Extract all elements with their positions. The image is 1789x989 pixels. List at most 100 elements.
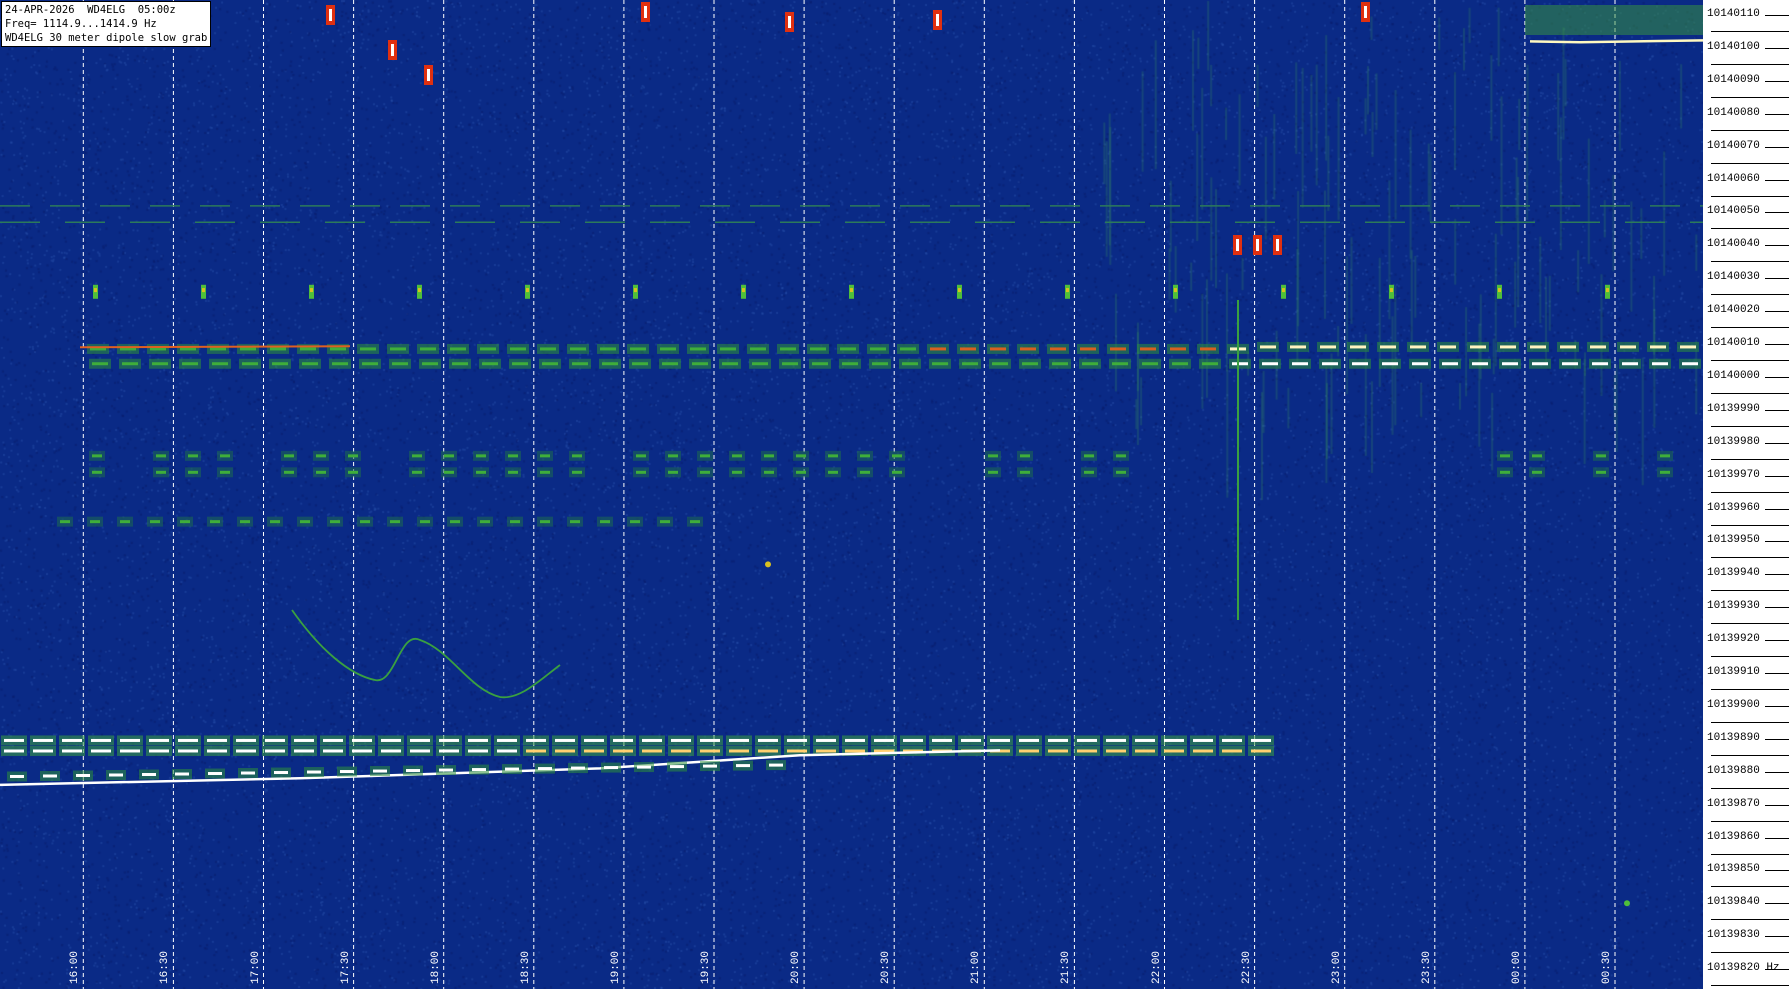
freq-tick-mark	[1765, 409, 1789, 411]
signal-dash	[1048, 738, 1068, 742]
freq-tick-label: 10140090	[1707, 73, 1760, 86]
time-tick-label: 18:00	[429, 950, 442, 984]
strong-blip-core	[936, 14, 939, 26]
weak-dash	[1660, 454, 1670, 458]
freq-tick-label: 10139880	[1707, 764, 1760, 777]
freq-tick-mark	[1765, 903, 1789, 905]
signal-dash	[1440, 345, 1456, 349]
point-signal	[1624, 900, 1630, 907]
signal-dash	[900, 347, 916, 351]
signal-dash	[175, 772, 189, 776]
signal-dash	[932, 738, 952, 742]
signal-dash	[526, 738, 546, 742]
signal-dash	[1140, 347, 1156, 351]
weak-dash	[508, 454, 518, 458]
signal-dash	[962, 362, 978, 366]
freq-minor-tick	[1711, 129, 1789, 131]
signal-dash	[381, 749, 401, 753]
weak-dash	[420, 520, 430, 524]
signal-dash	[670, 765, 684, 769]
signal-dash	[294, 738, 314, 742]
signal-dash	[1193, 738, 1213, 742]
weak-dash	[540, 470, 550, 474]
signal-dash	[1350, 345, 1366, 349]
strong-blip-core	[329, 9, 332, 21]
signal-dash	[452, 362, 468, 366]
freq-tick-mark	[1765, 146, 1789, 148]
signal-dash	[340, 770, 354, 774]
time-tick-label: 22:30	[1240, 950, 1253, 984]
signal-dash	[1080, 347, 1096, 351]
signal-dash	[1082, 362, 1098, 366]
weak-dash	[300, 520, 310, 524]
signal-dash	[182, 362, 198, 366]
beacon-core	[310, 288, 313, 293]
signal-dash	[307, 770, 321, 774]
signal-dash	[109, 773, 123, 777]
signal-dash	[1592, 362, 1608, 366]
weak-dash	[1084, 470, 1094, 474]
signal-dash	[692, 362, 708, 366]
weak-dash	[572, 470, 582, 474]
signal-dash	[600, 347, 616, 351]
signal-dash	[787, 738, 807, 742]
signal-dash	[662, 362, 678, 366]
weak-dash	[444, 470, 454, 474]
signal-dash	[323, 738, 343, 742]
signal-dash	[602, 362, 618, 366]
weak-dash	[476, 470, 486, 474]
signal-dash	[1470, 345, 1486, 349]
signal-dash	[392, 362, 408, 366]
freq-minor-tick	[1711, 425, 1789, 427]
freq-minor-tick	[1711, 392, 1789, 394]
signal-dash	[62, 738, 82, 742]
signal-dash	[439, 768, 453, 772]
signal-dash	[584, 738, 604, 742]
weak-dash	[636, 454, 646, 458]
signal-dash	[1200, 347, 1216, 351]
freq-minor-tick	[1711, 524, 1789, 526]
weak-dash	[92, 470, 102, 474]
freq-tick-label: 10140110	[1707, 8, 1760, 20]
drifting-trace	[291, 609, 561, 699]
weak-dash	[156, 454, 166, 458]
signal-dash	[604, 766, 618, 770]
carrier-line	[1529, 39, 1703, 44]
signal-dash	[722, 362, 738, 366]
weak-dash	[668, 454, 678, 458]
weak-dash	[630, 520, 640, 524]
freq-tick-label: 10140060	[1707, 172, 1760, 185]
signal-dash	[930, 347, 946, 351]
signal-dash	[1135, 738, 1155, 742]
freq-tick-mark	[1765, 607, 1789, 609]
signal-dash	[1251, 749, 1271, 753]
signal-dash	[1251, 738, 1271, 742]
signal-dash	[4, 749, 24, 753]
signal-dash	[265, 749, 285, 753]
freq-tick-mark	[1765, 475, 1789, 477]
signal-dash	[410, 738, 430, 742]
time-tick-label: 19:30	[700, 950, 712, 984]
freq-minor-tick	[1711, 689, 1789, 690]
beacon-core	[634, 288, 637, 293]
signal-dash	[352, 738, 372, 742]
weak-dash	[828, 470, 838, 474]
signal-dash	[360, 347, 376, 351]
signal-dash	[330, 347, 346, 351]
weak-dash	[412, 454, 422, 458]
signal-dash	[1193, 749, 1213, 753]
freq-tick-label: 10139850	[1707, 863, 1760, 876]
signal-dash	[1052, 362, 1068, 366]
freq-tick-label: 10140100	[1707, 40, 1760, 53]
signal-dash	[816, 738, 836, 742]
time-tick-label: 17:30	[339, 950, 352, 984]
signal-dash	[700, 738, 720, 742]
beacon-core	[202, 288, 205, 293]
weak-dash	[1532, 470, 1542, 474]
freq-tick-mark	[1765, 541, 1789, 543]
signal-dash	[1164, 738, 1184, 742]
signal-dash	[4, 738, 24, 742]
signal-dash	[1110, 347, 1126, 351]
signal-dash	[782, 362, 798, 366]
signal-dash	[1320, 345, 1336, 349]
